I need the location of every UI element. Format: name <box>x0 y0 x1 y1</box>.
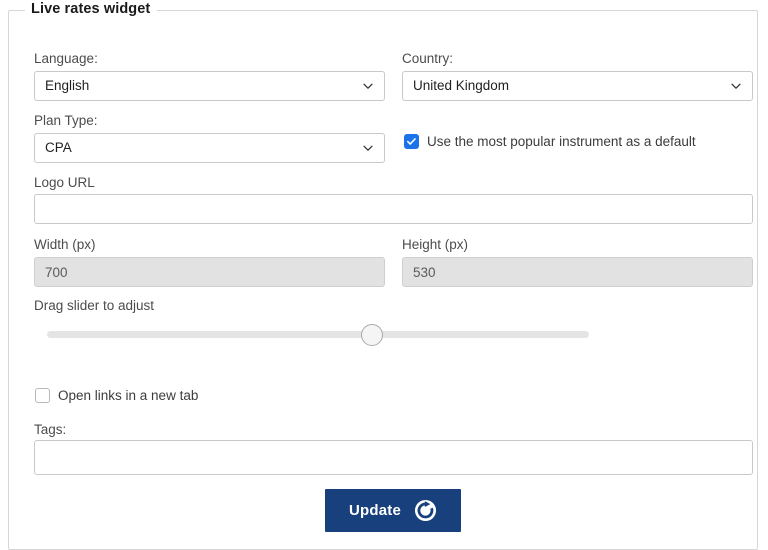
country-label: Country: <box>402 51 454 66</box>
refresh-icon <box>414 499 437 522</box>
language-select-value: English <box>45 78 90 93</box>
widget-settings-form: Language: English Country: United Kingdo… <box>9 11 757 549</box>
slider-thumb[interactable] <box>361 324 384 346</box>
plan-type-select[interactable]: CPA <box>34 133 385 163</box>
slider-label: Drag slider to adjust <box>34 298 155 313</box>
height-input <box>402 257 753 287</box>
height-label: Height (px) <box>402 237 469 252</box>
tags-label: Tags: <box>34 422 67 437</box>
width-label: Width (px) <box>34 237 96 252</box>
plan-type-select-value: CPA <box>45 140 72 155</box>
live-rates-widget-panel: Live rates widget Language: English Coun… <box>8 1 758 550</box>
width-input <box>34 257 385 287</box>
language-label: Language: <box>34 51 98 66</box>
country-select[interactable]: United Kingdom <box>402 71 753 101</box>
plan-type-label: Plan Type: <box>34 113 98 128</box>
chevron-down-icon <box>729 79 743 93</box>
chevron-down-icon <box>361 141 375 155</box>
country-select-value: United Kingdom <box>413 78 510 93</box>
language-select[interactable]: English <box>34 71 385 101</box>
update-button-label: Update <box>348 502 402 519</box>
popular-instrument-checkbox[interactable] <box>404 134 419 149</box>
slider-track[interactable] <box>47 331 589 338</box>
checkmark-icon <box>407 138 416 145</box>
tags-input[interactable] <box>34 440 753 475</box>
popular-instrument-checkbox-row[interactable]: Use the most popular instrument as a def… <box>404 134 696 149</box>
new-tab-checkbox[interactable] <box>35 388 50 403</box>
chevron-down-icon <box>361 79 375 93</box>
size-slider[interactable] <box>47 324 589 346</box>
new-tab-checkbox-row[interactable]: Open links in a new tab <box>35 388 198 403</box>
update-button[interactable]: Update <box>325 489 461 532</box>
logo-url-label: Logo URL <box>34 175 95 190</box>
popular-instrument-label: Use the most popular instrument as a def… <box>427 134 696 149</box>
new-tab-label: Open links in a new tab <box>58 388 199 403</box>
logo-url-input[interactable] <box>34 194 753 224</box>
